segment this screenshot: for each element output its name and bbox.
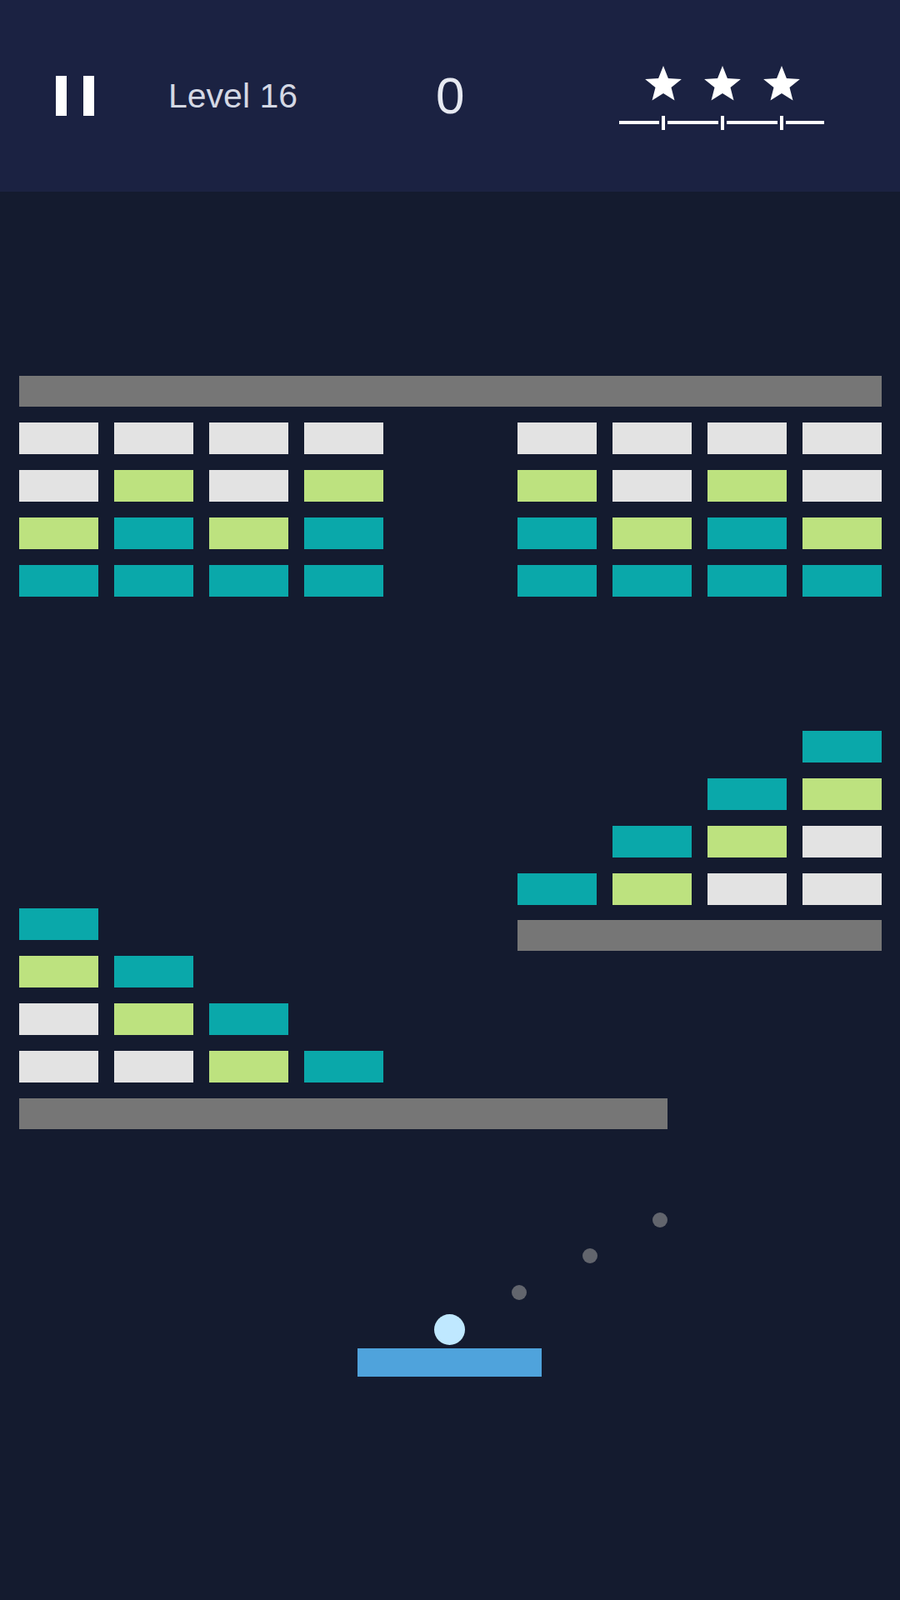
brick-group xyxy=(517,730,882,905)
star-icon xyxy=(645,65,682,101)
brick xyxy=(802,422,882,455)
brick xyxy=(209,517,289,550)
brick xyxy=(114,1050,194,1083)
progress-segment xyxy=(667,120,719,125)
brick xyxy=(19,1050,99,1083)
brick-group xyxy=(517,422,882,597)
brick xyxy=(517,422,597,455)
brick xyxy=(517,873,597,905)
brick xyxy=(707,422,787,455)
brick xyxy=(802,517,882,550)
brick xyxy=(209,565,289,597)
brick xyxy=(114,470,194,502)
level-label: Level 16 xyxy=(168,76,436,116)
brick xyxy=(802,825,882,858)
wall xyxy=(19,1098,668,1130)
brick xyxy=(802,873,882,905)
progress-segment xyxy=(726,120,778,125)
brick xyxy=(517,565,597,597)
brick xyxy=(209,1003,289,1035)
ball[interactable] xyxy=(434,1314,465,1345)
progress-tick xyxy=(720,115,725,130)
star-icon xyxy=(763,65,800,101)
brick xyxy=(19,908,99,940)
brick xyxy=(707,517,787,550)
brick xyxy=(802,730,882,763)
brick xyxy=(612,825,692,858)
play-field xyxy=(0,191,900,1600)
brick xyxy=(517,517,597,550)
brick xyxy=(19,470,99,502)
top-bar: Level 160 xyxy=(0,0,900,192)
brick xyxy=(304,517,384,550)
brick xyxy=(802,778,882,810)
progress-segment xyxy=(785,120,825,125)
brick xyxy=(304,470,384,502)
brick xyxy=(304,1050,384,1083)
score: 0 xyxy=(435,65,486,127)
progress-tick xyxy=(780,115,784,130)
progress-segment xyxy=(619,120,660,125)
brick xyxy=(19,1003,99,1035)
brick xyxy=(114,517,194,550)
brick-group xyxy=(19,908,384,1083)
star-progress xyxy=(619,54,825,138)
progress-tick xyxy=(661,115,665,130)
brick xyxy=(209,422,289,455)
brick xyxy=(612,470,692,502)
brick xyxy=(707,470,787,502)
brick xyxy=(707,778,787,810)
aim-dot xyxy=(652,1212,668,1228)
brick xyxy=(304,422,384,455)
brick xyxy=(209,1050,289,1083)
paddle[interactable] xyxy=(357,1348,542,1377)
brick xyxy=(707,565,787,597)
brick xyxy=(114,955,194,988)
brick xyxy=(802,565,882,597)
brick xyxy=(612,517,692,550)
star-icon xyxy=(704,65,741,101)
brick xyxy=(612,422,692,455)
brick xyxy=(19,517,99,550)
brick xyxy=(707,873,787,905)
brick xyxy=(114,565,194,597)
brick xyxy=(304,565,384,597)
brick xyxy=(612,873,692,905)
brick xyxy=(19,565,99,597)
brick xyxy=(19,955,99,988)
aim-dot xyxy=(582,1248,598,1264)
brick xyxy=(209,470,289,502)
wall xyxy=(517,920,882,951)
brick xyxy=(707,825,787,858)
brick xyxy=(802,470,882,502)
brick xyxy=(114,422,194,455)
pause-icon[interactable] xyxy=(55,75,95,116)
brick-group xyxy=(19,422,384,597)
brick xyxy=(19,422,99,455)
aim-dot xyxy=(511,1285,527,1300)
brick xyxy=(612,565,692,597)
brick xyxy=(114,1003,194,1035)
game-screen: Level 160 xyxy=(0,0,900,1600)
wall xyxy=(19,375,882,407)
brick xyxy=(517,470,597,502)
